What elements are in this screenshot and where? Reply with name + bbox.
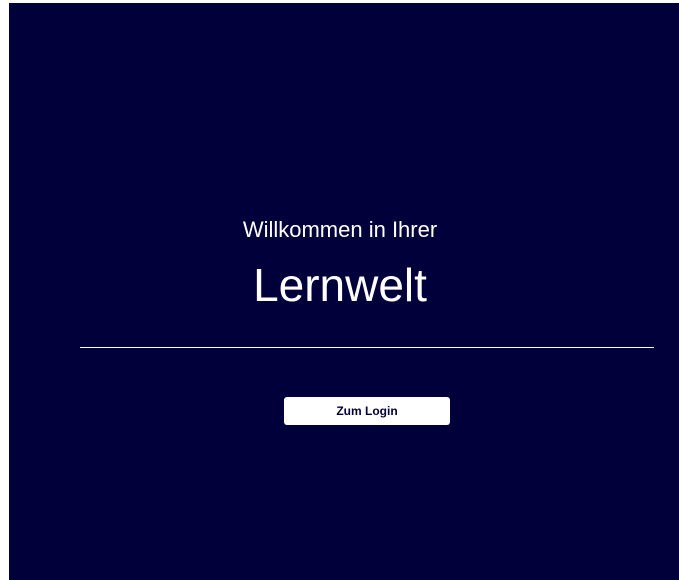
login-button[interactable]: Zum Login <box>284 397 450 425</box>
divider <box>80 347 654 348</box>
welcome-subtitle: Willkommen in Ihrer <box>242 217 438 242</box>
page-title: Lernwelt <box>253 259 427 311</box>
welcome-panel: Willkommen in Ihrer Lernwelt Zum Login <box>9 3 679 580</box>
